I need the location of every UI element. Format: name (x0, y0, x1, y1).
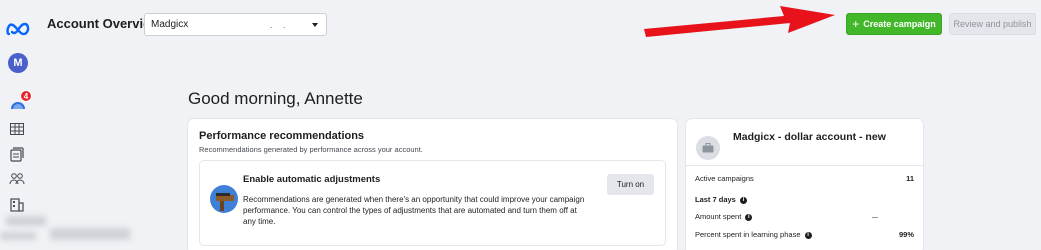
info-icon[interactable]: i (804, 231, 812, 239)
recommendation-description: Recommendations are generated when there… (243, 195, 585, 226)
row-label: Amount spent (695, 212, 742, 221)
last-7-days-row: Last 7 days i (695, 195, 914, 204)
amount-spent-row: Amount spent i (695, 212, 914, 221)
performance-subtitle: Recommendations generated by performance… (199, 145, 423, 154)
meta-logo-icon[interactable] (6, 20, 30, 38)
adjustments-illustration-icon (210, 185, 238, 213)
divider (686, 165, 923, 166)
campaigns-icon[interactable]: 4 (9, 90, 32, 113)
account-select-extra: . . (270, 20, 290, 30)
table-grid-icon[interactable] (9, 122, 25, 136)
info-icon[interactable]: i (745, 213, 753, 221)
account-name: Madgicx - dollar account - new (733, 131, 886, 143)
review-and-publish-button[interactable]: Review and publish (949, 13, 1036, 35)
turn-on-button[interactable]: Turn on (607, 174, 654, 195)
blurred-region (0, 210, 140, 246)
account-avatar[interactable]: M (8, 53, 28, 73)
learning-phase-row: Percent spent in learning phase i 99% (695, 230, 914, 239)
redacted-value (872, 217, 878, 218)
performance-title: Performance recommendations (199, 130, 365, 142)
recommendation-title: Enable automatic adjustments (243, 174, 381, 185)
account-select-value: Madgicx (151, 19, 189, 30)
info-icon[interactable]: i (739, 196, 747, 204)
audience-icon[interactable] (9, 171, 25, 185)
left-sidebar: M 4 (0, 0, 130, 250)
chevron-down-icon (312, 23, 318, 27)
greeting-heading: Good morning, Annette (188, 89, 363, 108)
create-campaign-label: Create campaign (863, 19, 936, 29)
recommendation-item: Enable automatic adjustments Recommendat… (199, 160, 666, 246)
pages-icon[interactable] (9, 146, 25, 162)
row-value: 99% (898, 230, 914, 239)
plus-icon: + (852, 17, 860, 31)
row-value: 11 (906, 174, 914, 183)
create-campaign-button[interactable]: + Create campaign (846, 13, 942, 35)
row-label: Percent spent in learning phase (695, 230, 801, 239)
active-campaigns-row: Active campaigns 11 (695, 174, 914, 183)
account-selector[interactable]: Madgicx . . (144, 13, 327, 36)
notification-badge: 4 (20, 90, 32, 102)
performance-recommendations-card: Performance recommendations Recommendati… (188, 119, 677, 250)
row-label: Last 7 days (695, 195, 736, 204)
row-label: Active campaigns (695, 174, 754, 183)
briefcase-icon (696, 136, 720, 160)
account-summary-card: Madgicx - dollar account - new Active ca… (686, 119, 923, 250)
red-arrow-annotation (644, 6, 835, 37)
